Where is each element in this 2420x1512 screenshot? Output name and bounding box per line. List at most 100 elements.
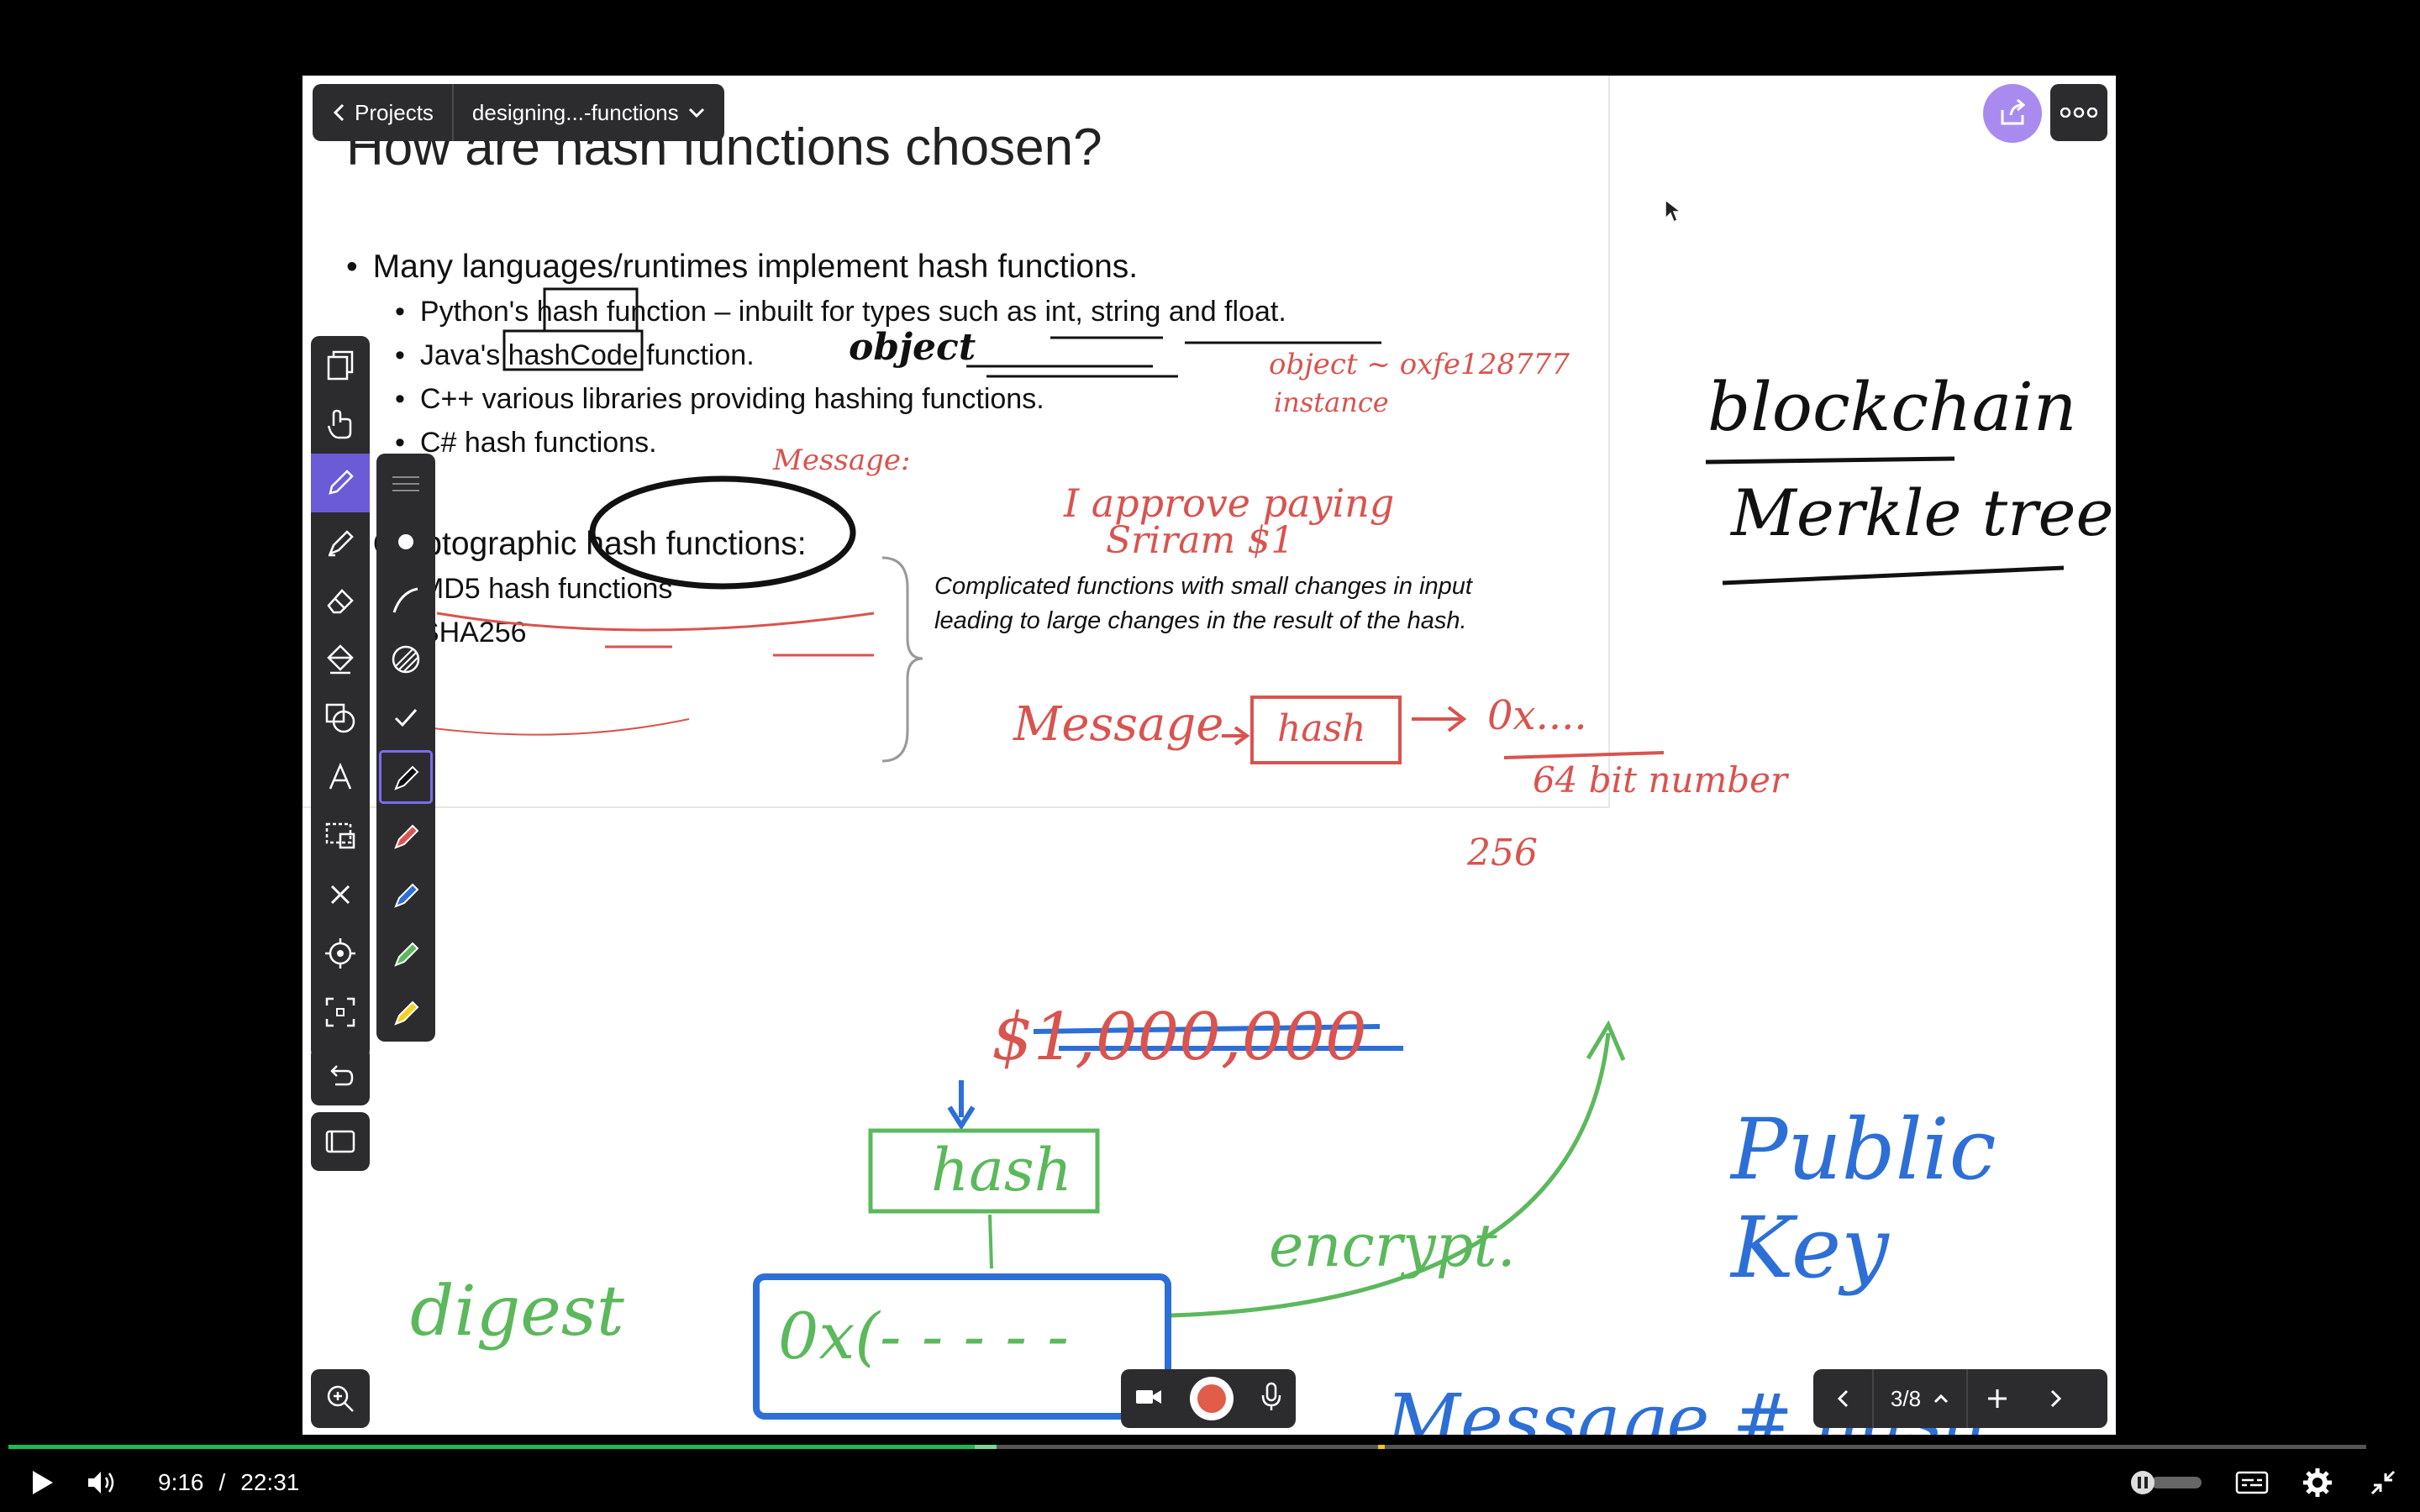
ink-message-label: Message: (773, 444, 911, 477)
page-number: 3/8 (1890, 1385, 1922, 1411)
dot-size-option[interactable] (376, 512, 435, 571)
chevron-left-icon (333, 103, 345, 122)
copy-page-icon (327, 350, 354, 381)
chevron-left-icon (1837, 1389, 1849, 1408)
green-pen-icon (394, 942, 419, 967)
opacity-option[interactable] (376, 630, 435, 689)
add-page-tool[interactable] (311, 336, 370, 395)
captions-icon (2235, 1471, 2269, 1494)
camera-button[interactable] (1134, 1387, 1163, 1410)
pen-options (376, 454, 435, 1042)
player-controls: 9:16 / 22:31 (0, 1453, 2420, 1512)
red-pen-icon (394, 824, 419, 849)
settings-button[interactable] (2292, 1453, 2343, 1512)
yellow-pen-icon (394, 1000, 419, 1026)
text-icon (329, 762, 352, 790)
seek-bar-progress (8, 1445, 976, 1449)
crosshair-icon (325, 938, 355, 969)
seek-bar[interactable] (8, 1445, 2366, 1449)
curve-icon (392, 587, 418, 613)
whiteboard-canvas[interactable]: How are hash functions chosen? • Many lan… (302, 76, 2116, 1435)
frame-button[interactable] (311, 1112, 370, 1171)
line-weight-icon (392, 476, 419, 491)
undo-button[interactable] (311, 1047, 370, 1105)
fill-tool[interactable] (311, 630, 370, 689)
hand-tool[interactable] (311, 395, 370, 454)
ink-flow-message: Message (1013, 697, 1224, 752)
record-button[interactable] (1190, 1377, 1234, 1420)
ink-flow-hash: hash (1277, 707, 1366, 750)
zoom-button[interactable] (311, 1369, 370, 1428)
ink-hash-box: hash (931, 1136, 1072, 1205)
highlighter-icon (328, 530, 354, 557)
frame-icon (325, 1130, 355, 1153)
ink-digest: digest (410, 1272, 624, 1352)
pen-icon (329, 470, 354, 495)
eraser-tool[interactable] (311, 571, 370, 630)
zoom-in-icon (327, 1385, 354, 1412)
chevron-down-icon (688, 108, 704, 118)
top-nav: Projects designing...-functions (313, 84, 724, 141)
ink-object: object (849, 326, 976, 369)
pause-toggle[interactable] (2126, 1453, 2207, 1512)
duration: 22:31 (240, 1469, 300, 1495)
dot-icon (398, 534, 413, 549)
projects-label: Projects (355, 99, 434, 125)
plus-icon (1988, 1389, 2007, 1408)
document-menu[interactable]: designing...-functions (451, 84, 724, 141)
close-icon (330, 885, 350, 905)
screenshot-tool[interactable] (311, 983, 370, 1042)
mouse-cursor-icon (1665, 198, 1681, 223)
pen-tool[interactable] (311, 454, 370, 512)
clear-tool[interactable] (311, 865, 370, 924)
pen-color-green[interactable] (376, 924, 435, 983)
ink-object-instance-1: object ~ oxfe128777 (1269, 348, 1570, 381)
play-button[interactable] (17, 1453, 67, 1512)
stroke-width-option[interactable] (376, 454, 435, 512)
page-navigator: 3/8 (1813, 1369, 2107, 1428)
current-time: 9:16 (158, 1469, 204, 1495)
projects-button[interactable]: Projects (313, 84, 452, 141)
laser-tool[interactable] (311, 924, 370, 983)
tool-palette (311, 336, 370, 1058)
volume-button[interactable] (77, 1453, 128, 1512)
ink-object-instance-2: instance (1274, 386, 1389, 418)
chevron-up-icon (1934, 1394, 1949, 1404)
play-icon (33, 1471, 53, 1494)
capture-icon (325, 997, 355, 1027)
page-indicator[interactable]: 3/8 (1872, 1369, 1968, 1428)
recording-controls (1121, 1369, 1296, 1428)
time-display: 9:16 / 22:31 (158, 1453, 299, 1512)
text-tool[interactable] (311, 748, 370, 806)
next-page-button[interactable] (2027, 1369, 2086, 1428)
pen-color-yellow[interactable] (376, 983, 435, 1042)
pen-color-black[interactable] (376, 748, 435, 806)
stroke-style-option[interactable] (376, 571, 435, 630)
microphone-button[interactable] (1260, 1382, 1282, 1415)
ink-encrypt: encrypt. (1269, 1211, 1516, 1280)
volume-icon (88, 1472, 114, 1494)
share-button[interactable] (1983, 84, 2042, 143)
pen-color-blue[interactable] (376, 865, 435, 924)
pen-color-red[interactable] (376, 806, 435, 865)
gear-icon (2303, 1468, 2332, 1497)
video-camera-icon (1136, 1390, 1161, 1404)
shapes-icon (325, 703, 355, 733)
eraser-icon (327, 589, 354, 614)
ink-merkle-tree: Merkle tree (1731, 475, 2114, 550)
opacity-icon (392, 645, 420, 674)
confirm-option[interactable] (376, 689, 435, 748)
shapes-tool[interactable] (311, 689, 370, 748)
exit-fullscreen-button[interactable] (2358, 1453, 2408, 1512)
ink-message-2: Sriram $1 (1106, 519, 1295, 562)
more-button[interactable] (2050, 84, 2107, 141)
add-page-button[interactable] (1968, 1369, 2027, 1428)
prev-page-button[interactable] (1813, 1369, 1872, 1428)
highlighter-tool[interactable] (311, 512, 370, 571)
ink-public-key: Public Key (1731, 1100, 1996, 1297)
ink-flow-out: 0x.... (1487, 692, 1587, 739)
document-title: designing...-functions (471, 99, 679, 125)
captions-button[interactable] (2227, 1453, 2277, 1512)
black-pen-icon (394, 765, 419, 790)
lasso-tool[interactable] (311, 806, 370, 865)
